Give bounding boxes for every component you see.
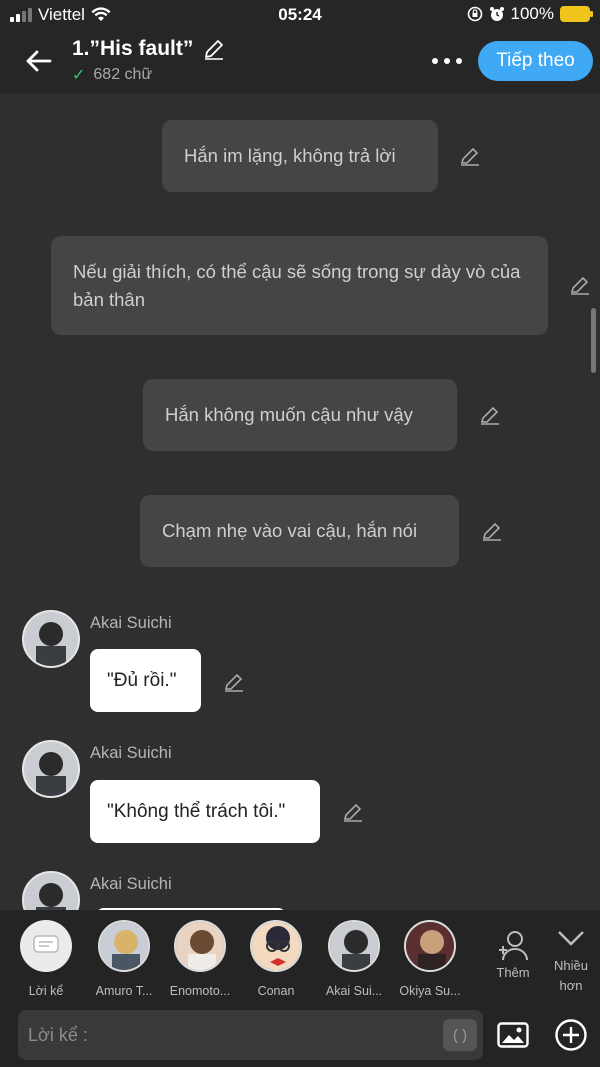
speaker-name: Akai Suichi xyxy=(90,614,172,632)
action-parentheses-button[interactable]: ( ) xyxy=(443,1019,477,1051)
character-enomoto[interactable]: Enomoto... xyxy=(162,920,238,998)
narration-input-box[interactable]: ( ) xyxy=(18,1010,483,1060)
character-narrator[interactable]: Lời kể xyxy=(8,920,84,998)
narration-bubble[interactable]: Hắn im lặng, không trả lời xyxy=(162,120,438,192)
narration-bubble[interactable]: Chạm nhẹ vào vai cậu, hắn nói xyxy=(140,495,459,567)
character-avatar xyxy=(174,920,226,972)
word-count: 682 chữ xyxy=(93,66,153,83)
character-name: Okiya Su... xyxy=(399,984,461,998)
character-avatar xyxy=(250,920,302,972)
scrollbar[interactable] xyxy=(591,308,596,373)
avatar[interactable] xyxy=(22,610,80,668)
battery-icon xyxy=(560,6,593,22)
more-options-icon[interactable] xyxy=(432,58,462,64)
message-text: "Đủ rồi." xyxy=(107,669,177,691)
editor-header: 1.”His fault” ✓ 682 chữ Tiếp theo xyxy=(0,32,600,93)
image-icon[interactable] xyxy=(497,1022,529,1048)
message-text: "Không thể trách tôi." xyxy=(107,800,286,822)
more-label: Nhiều hơn xyxy=(554,958,588,993)
composer-panel: Lời kể Amuro T... Enomoto... Conan Akai … xyxy=(0,910,600,1067)
character-name: Enomoto... xyxy=(169,984,231,998)
more-characters-button[interactable]: Nhiều hơn xyxy=(548,928,594,996)
edit-icon[interactable] xyxy=(481,520,503,542)
character-name: Amuro T... xyxy=(95,984,153,998)
narration-text: Chạm nhẹ vào vai cậu, hắn nói xyxy=(162,520,418,541)
character-amuro[interactable]: Amuro T... xyxy=(86,920,162,998)
narration-text: Hắn im lặng, không trả lời xyxy=(184,145,396,166)
orientation-lock-icon xyxy=(467,6,482,22)
back-arrow-icon[interactable] xyxy=(22,44,56,78)
narration-text: Hắn không muốn cậu như vậy xyxy=(165,404,413,425)
narration-bubble[interactable]: Hắn không muốn cậu như vậy xyxy=(143,379,457,451)
battery-percent: 100% xyxy=(510,4,554,23)
character-avatar xyxy=(328,920,380,972)
avatar[interactable] xyxy=(22,740,80,798)
character-avatar xyxy=(404,920,456,972)
edit-icon[interactable] xyxy=(479,404,501,426)
add-label: Thêm xyxy=(496,965,530,980)
chevron-down-icon xyxy=(558,931,584,946)
chat-area[interactable]: Hắn im lặng, không trả lời Nếu giải thíc… xyxy=(0,93,600,910)
edit-icon[interactable] xyxy=(223,671,245,693)
character-okiya[interactable]: Okiya Su... xyxy=(392,920,468,998)
narration-bubble[interactable]: Nếu giải thích, có thể cậu sẽ sống trong… xyxy=(51,236,548,335)
speaker-name: Akai Suichi xyxy=(90,744,172,762)
narration-input[interactable] xyxy=(28,1010,438,1060)
story-title: 1.”His fault” xyxy=(72,37,194,60)
character-akai[interactable]: Akai Sui... xyxy=(316,920,392,998)
status-bar: Viettel 05:24 100% xyxy=(0,0,600,32)
character-name: Conan xyxy=(257,984,295,998)
edit-icon[interactable] xyxy=(342,801,364,823)
message-bubble[interactable]: "Đủ rồi." xyxy=(90,649,201,712)
add-circle-icon[interactable] xyxy=(554,1018,588,1052)
narrator-icon xyxy=(20,920,72,972)
add-person-icon xyxy=(499,931,528,961)
alarm-icon xyxy=(489,7,504,21)
character-name: Lời kể xyxy=(28,984,64,998)
avatar[interactable] xyxy=(22,871,80,910)
edit-icon[interactable] xyxy=(459,145,481,167)
character-name: Akai Sui... xyxy=(325,984,383,998)
check-icon: ✓ xyxy=(72,67,86,84)
narration-text: Nếu giải thích, có thể cậu sẽ sống trong… xyxy=(73,260,521,310)
add-character-button[interactable]: Thêm xyxy=(491,928,535,980)
speaker-name: Akai Suichi xyxy=(90,875,172,893)
character-avatar xyxy=(98,920,150,972)
edit-title-icon[interactable] xyxy=(203,38,225,60)
character-conan[interactable]: Conan xyxy=(238,920,314,998)
message-bubble[interactable]: "Không thể trách tôi." xyxy=(90,780,320,843)
top-bar: Viettel 05:24 100% 1.”His fault” ✓ 682 c… xyxy=(0,0,600,93)
edit-icon[interactable] xyxy=(569,274,591,296)
next-button[interactable]: Tiếp theo xyxy=(478,41,593,81)
